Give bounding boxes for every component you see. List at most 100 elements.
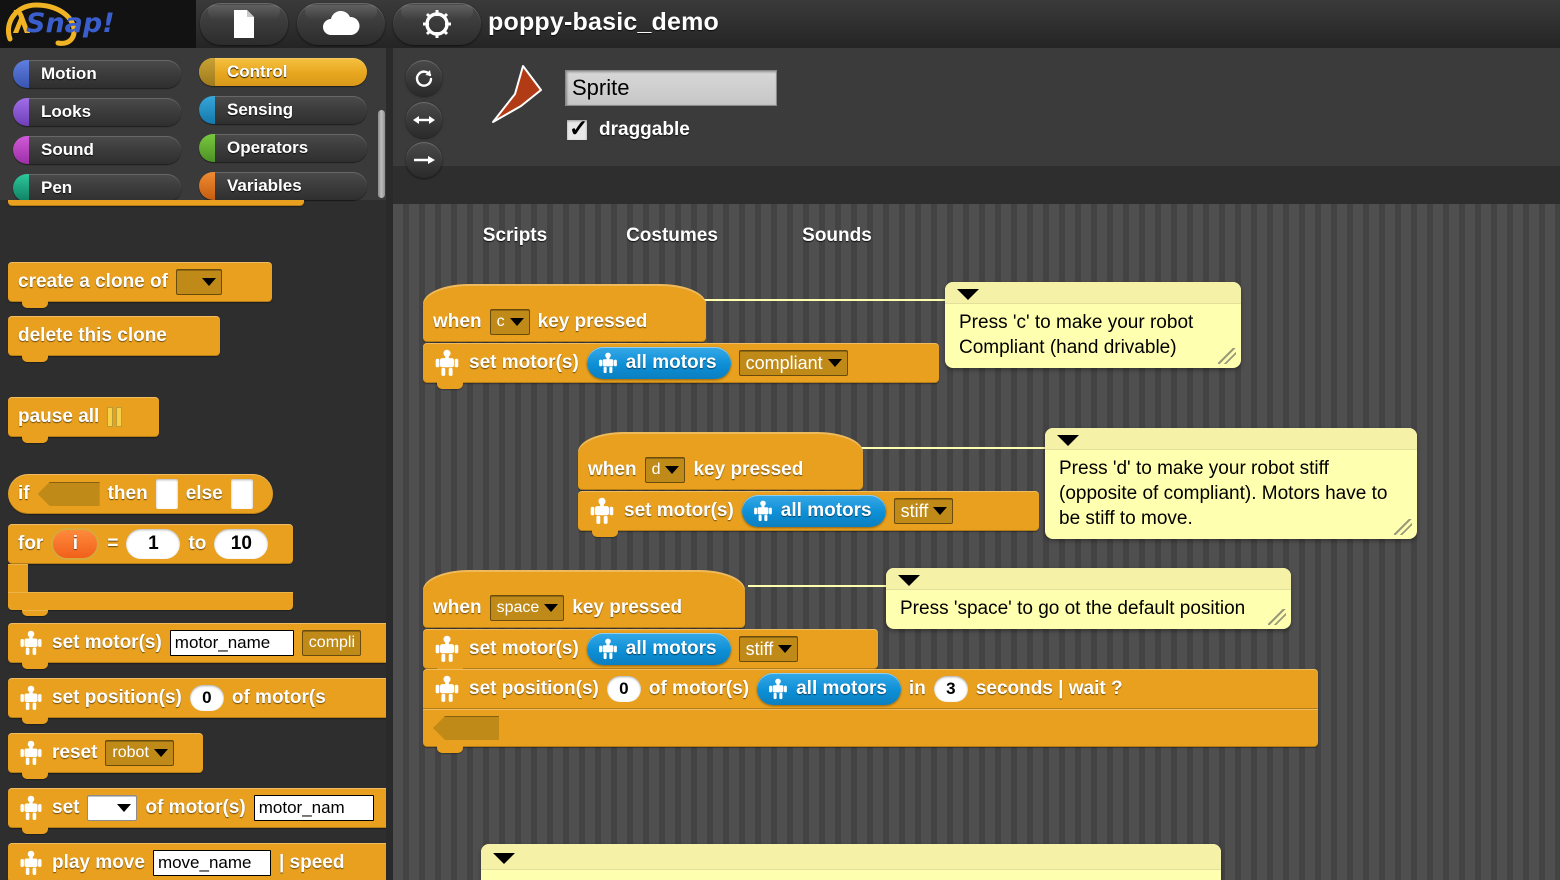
category-sensing-label: Sensing — [227, 100, 294, 119]
for-end-value[interactable]: 10 — [214, 529, 269, 559]
sprite-name-input[interactable]: Sprite — [565, 70, 777, 106]
for-c-notch — [22, 610, 48, 616]
robot-icon — [598, 638, 617, 660]
if-else-slot[interactable] — [230, 479, 253, 509]
comment-bubble-2[interactable]: Press 'd' to make your robot stiff (oppo… — [1045, 428, 1417, 539]
wait-condition-slot[interactable] — [433, 716, 499, 740]
collapse-caret-icon[interactable] — [898, 575, 920, 586]
set-positions-value[interactable]: 0 — [189, 685, 224, 711]
comment-bubble-3[interactable]: Press 'space' to go ot the default posit… — [886, 568, 1291, 629]
palette-block-pause-all[interactable]: pause all — [8, 397, 159, 443]
rotation-freely-button[interactable] — [406, 60, 442, 96]
comment-title-bar-1[interactable] — [945, 282, 1241, 304]
command-set-motors-stiff-2[interactable]: set motor(s) all motors stiff — [423, 629, 878, 675]
set-motors-state-dropdown[interactable]: compli — [301, 630, 362, 656]
palette-scrollbar[interactable] — [378, 110, 385, 198]
hat-block-top — [423, 284, 706, 304]
comment-text-3: Press 'space' to go ot the default posit… — [900, 598, 1246, 619]
project-title: poppy-basic_demo — [488, 8, 720, 36]
gear-icon — [423, 10, 451, 38]
palette-block-set-positions[interactable]: set position(s) 0 of motor(s — [8, 678, 386, 724]
create-clone-dropdown[interactable] — [175, 269, 222, 295]
motor-state-dropdown-2[interactable]: stiff — [893, 498, 954, 524]
category-operators-label: Operators — [227, 138, 309, 157]
set-positions-label: set position(s) — [52, 687, 182, 708]
category-sensing[interactable]: Sensing — [199, 96, 367, 124]
all-motors-reporter-3[interactable]: all motors — [586, 633, 731, 665]
comment-resize-grip-1[interactable] — [1218, 348, 1236, 364]
for-start-value[interactable]: 1 — [126, 529, 181, 559]
command-set-motors-stiff-1[interactable]: set motor(s) all motors stiff — [578, 491, 1039, 537]
hat-block-when-space[interactable]: when space key pressed — [423, 570, 745, 628]
for-loop-variable[interactable]: i — [51, 528, 100, 560]
motor-state-value-3: stiff — [745, 638, 774, 659]
palette-block-delete-clone[interactable]: delete this clone — [8, 316, 220, 362]
key-dropdown-c[interactable]: c — [489, 309, 530, 335]
hat-block-when-c[interactable]: when c key pressed — [423, 284, 706, 342]
hat-block-top — [578, 432, 863, 452]
comment-bubble-1[interactable]: Press 'c' to make your robot Compliant (… — [945, 282, 1241, 368]
category-variables[interactable]: Variables — [199, 172, 367, 200]
motor-state-dropdown-1[interactable]: compliant — [738, 350, 848, 376]
motor-state-dropdown-3[interactable]: stiff — [738, 636, 799, 662]
file-button[interactable] — [200, 3, 288, 45]
pause-icon — [107, 407, 123, 427]
all-motors-reporter-4[interactable]: all motors — [757, 673, 901, 705]
snap-logo[interactable]: λ Snap! — [0, 0, 196, 48]
block-notch — [22, 717, 48, 724]
all-motors-reporter-2[interactable]: all motors — [741, 495, 886, 527]
snap-logo-icon: λ Snap! — [6, 2, 115, 46]
collapse-caret-icon[interactable] — [957, 289, 979, 300]
comment-resize-grip-3[interactable] — [1268, 609, 1286, 625]
reset-target-dropdown[interactable]: robot — [105, 740, 174, 766]
hat-block-when-d[interactable]: when d key pressed — [578, 432, 863, 490]
comment-title-bar-3[interactable] — [886, 568, 1291, 590]
robot-icon — [20, 850, 42, 875]
palette-block-partial[interactable] — [8, 200, 304, 206]
svg-text:Snap!: Snap! — [26, 8, 115, 39]
set-attribute-dropdown[interactable] — [87, 795, 138, 821]
rotation-none-button[interactable] — [406, 142, 442, 178]
category-operators[interactable]: Operators — [199, 134, 367, 162]
comment-bubble-4[interactable]: You can record a movement by demonstrati… — [481, 844, 1221, 880]
set-motors-label-3: set motor(s) — [469, 638, 579, 659]
set-positions-value-s3[interactable]: 0 — [606, 676, 641, 702]
set-motors-name-field[interactable]: motor_name — [169, 630, 294, 656]
comment-title-bar-4[interactable] — [481, 844, 1221, 870]
toolbar: λ Snap! poppy-basic_demo — [0, 0, 1560, 48]
palette-block-set-of-motors[interactable]: set of motor(s) motor_nam — [8, 788, 386, 834]
play-move-name-field[interactable]: move_name — [152, 850, 271, 876]
palette-block-play-move[interactable]: play move move_name | speed — [8, 843, 386, 880]
if-condition-slot[interactable] — [37, 482, 100, 506]
category-sound[interactable]: Sound — [13, 136, 181, 164]
draggable-label: draggable — [599, 119, 690, 140]
draggable-checkbox[interactable] — [565, 115, 589, 142]
palette-block-for[interactable]: for i = 1 to 10 — [8, 524, 293, 564]
palette-block-if-else[interactable]: if then else — [8, 474, 273, 514]
category-looks[interactable]: Looks — [13, 98, 181, 126]
settings-button[interactable] — [393, 3, 481, 45]
palette-block-set-motors[interactable]: set motor(s) motor_name compli — [8, 623, 386, 669]
collapse-caret-icon[interactable] — [1057, 435, 1079, 446]
command-set-motors-compliant[interactable]: set motor(s) all motors compliant — [423, 343, 939, 389]
scripts-canvas[interactable]: when c key pressed set motor(s) all moto… — [393, 204, 1560, 880]
palette-block-reset[interactable]: reset robot — [8, 733, 203, 779]
all-motors-reporter-1[interactable]: all motors — [586, 347, 731, 379]
key-dropdown-d[interactable]: d — [644, 457, 686, 483]
palette-block-create-clone[interactable]: create a clone of — [8, 262, 272, 308]
command-set-positions[interactable]: set position(s) 0 of motor(s) all motors — [423, 669, 1318, 709]
cloud-button[interactable] — [297, 3, 385, 45]
comment-title-bar-2[interactable] — [1045, 428, 1417, 450]
category-pen[interactable]: Pen — [13, 174, 181, 202]
seconds-value[interactable]: 3 — [933, 676, 968, 702]
comment-resize-grip-2[interactable] — [1394, 519, 1412, 535]
rotation-leftright-button[interactable] — [406, 102, 442, 138]
sprite-thumbnail[interactable] — [491, 64, 555, 136]
set-of-motors-name-field[interactable]: motor_nam — [253, 795, 374, 821]
category-control[interactable]: Control — [199, 58, 367, 86]
collapse-caret-icon[interactable] — [493, 853, 515, 864]
if-then-slot[interactable] — [155, 479, 178, 509]
set-positions-extra-row[interactable] — [423, 709, 1318, 753]
category-motion[interactable]: Motion — [13, 60, 181, 88]
key-dropdown-space[interactable]: space — [489, 595, 565, 621]
